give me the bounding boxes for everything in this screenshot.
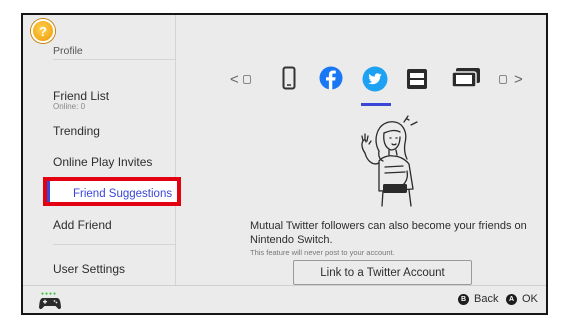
a-button-icon: A xyxy=(506,293,517,305)
selected-source-indicator xyxy=(361,103,391,106)
phone-icon[interactable] xyxy=(282,66,296,90)
b-button-icon: B xyxy=(458,293,469,305)
sidebar-item-online-play-invites[interactable]: Online Play Invites xyxy=(53,155,152,169)
sidebar-item-add-friend[interactable]: Add Friend xyxy=(53,218,112,232)
player-indicator-icon: ●●●● xyxy=(41,291,58,297)
sidebar-divider xyxy=(53,244,175,245)
sidebar-item-profile[interactable]: Profile xyxy=(53,45,83,57)
ok-hint[interactable]: A OK xyxy=(506,293,538,305)
previous-arrow-icon[interactable]: < xyxy=(230,71,239,88)
play-history-icon[interactable] xyxy=(451,67,481,89)
online-count: Online: 0 xyxy=(53,102,86,111)
twitter-icon[interactable] xyxy=(362,66,388,92)
back-label: Back xyxy=(474,293,499,305)
next-arrow-icon[interactable]: > xyxy=(514,71,523,88)
friend-suggestions-screen: ? Profile Friend List Online: 0 Trending… xyxy=(21,13,548,315)
sidebar-item-label: Friend Suggestions xyxy=(73,188,173,200)
r-button-icon xyxy=(499,75,507,84)
sidebar: ? Profile Friend List Online: 0 Trending… xyxy=(23,15,176,285)
nintendo-switch-icon[interactable] xyxy=(406,68,428,90)
back-hint[interactable]: B Back xyxy=(458,293,498,305)
user-avatar-icon[interactable]: ? xyxy=(31,19,55,43)
sidebar-item-friend-list[interactable]: Friend List xyxy=(53,89,109,103)
footer-bar: ●●●● B Back A OK xyxy=(23,285,546,313)
ok-label: OK xyxy=(522,293,538,305)
sidebar-item-friend-suggestions[interactable]: Friend Suggestions xyxy=(43,177,181,206)
person-with-phone-illustration-icon xyxy=(361,115,418,207)
controller-icon[interactable] xyxy=(39,296,61,310)
selection-accent xyxy=(47,181,50,202)
sidebar-item-trending[interactable]: Trending xyxy=(53,124,100,138)
info-message: Mutual Twitter followers can also become… xyxy=(250,220,527,246)
sidebar-divider xyxy=(53,59,175,60)
privacy-note: This feature will never post to your acc… xyxy=(250,248,395,257)
sidebar-item-user-settings[interactable]: User Settings xyxy=(53,262,125,276)
facebook-icon[interactable] xyxy=(319,66,343,90)
l-button-icon xyxy=(243,75,251,84)
link-twitter-account-button[interactable]: Link to a Twitter Account xyxy=(293,260,472,285)
